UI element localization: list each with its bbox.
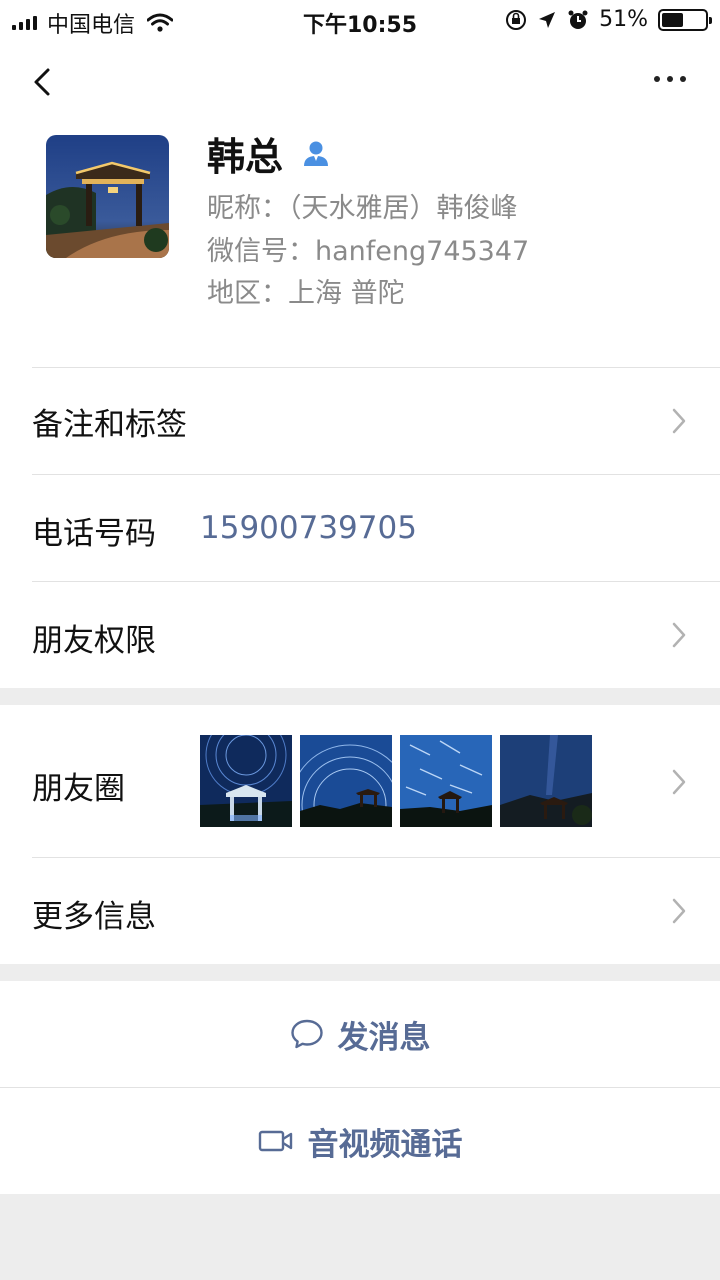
chevron-right-icon xyxy=(672,898,686,924)
nickname: 昵称：（天水雅居）韩俊峰 xyxy=(207,193,518,224)
more-info-label: 更多信息 xyxy=(32,899,156,935)
moments-photo xyxy=(200,735,292,827)
send-message-button[interactable]: 发消息 xyxy=(0,981,720,1087)
video-camera-icon xyxy=(258,1130,292,1152)
divider xyxy=(32,367,720,368)
status-bar: 中国电信 下午10:55 51% xyxy=(0,0,720,40)
status-right: 51% xyxy=(505,7,712,32)
moments-row[interactable]: 朋友圈 xyxy=(0,705,720,857)
location-icon xyxy=(539,11,556,28)
av-call-label: 音视频通话 xyxy=(307,1126,463,1163)
person-icon xyxy=(304,141,329,166)
chevron-left-icon[interactable] xyxy=(28,62,58,102)
av-call-button[interactable]: 音视频通话 xyxy=(0,1088,720,1194)
battery-fill xyxy=(662,12,684,27)
alarm-icon xyxy=(568,10,588,29)
more-info-row[interactable]: 更多信息 xyxy=(0,857,720,964)
remarks-tags-row[interactable]: 备注和标签 xyxy=(0,367,720,474)
divider xyxy=(32,581,720,582)
wechat-id: 微信号：hanfeng745347 xyxy=(207,236,530,267)
profile-name: 韩总 xyxy=(207,135,284,179)
phone-number-link[interactable]: 15900739705 xyxy=(200,510,417,546)
phone-row: 电话号码 15900739705 xyxy=(0,474,720,581)
region: 地区：上海 普陀 xyxy=(207,278,405,309)
send-message-label: 发消息 xyxy=(337,1019,431,1056)
moments-photo xyxy=(400,735,492,827)
phone-label: 电话号码 xyxy=(32,516,156,552)
battery-percent: 51% xyxy=(599,7,648,32)
moments-thumbnails xyxy=(200,735,592,827)
moments-label: 朋友圈 xyxy=(32,771,125,807)
moments-photo xyxy=(500,735,592,827)
friend-permissions-row[interactable]: 朋友权限 xyxy=(0,581,720,688)
name-row: 韩总 xyxy=(207,126,331,181)
divider xyxy=(32,857,720,858)
remarks-tags-label: 备注和标签 xyxy=(32,407,187,443)
chevron-right-icon xyxy=(672,769,686,795)
orientation-lock-icon xyxy=(506,9,527,30)
battery-icon xyxy=(658,8,712,31)
avatar[interactable] xyxy=(46,135,169,258)
friend-permissions-label: 朋友权限 xyxy=(32,623,156,659)
chevron-right-icon xyxy=(672,622,686,648)
more-dots-icon[interactable] xyxy=(654,76,686,82)
divider xyxy=(32,474,720,475)
bottom-area xyxy=(0,1194,720,1280)
chat-bubble-icon xyxy=(290,1019,323,1049)
moments-photo xyxy=(300,735,392,827)
chevron-right-icon xyxy=(672,408,686,434)
